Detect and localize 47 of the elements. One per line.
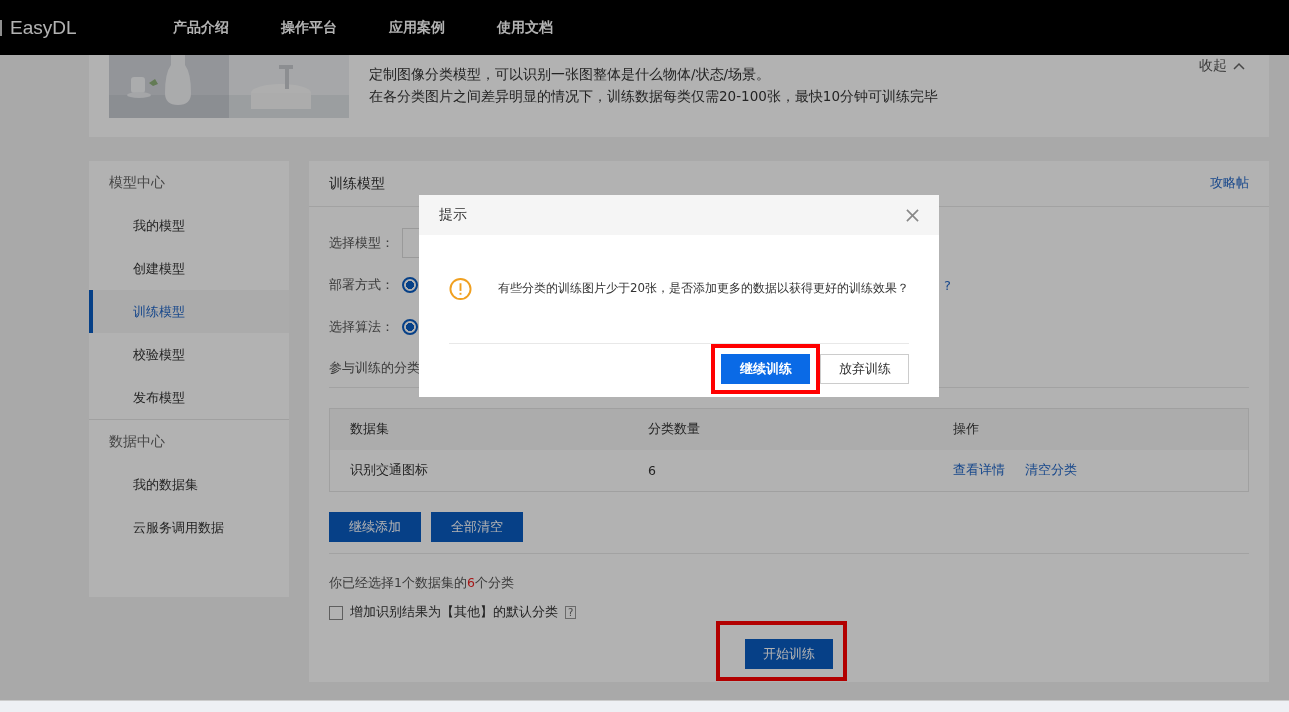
radio-button[interactable] — [402, 319, 418, 335]
dialog-message: 有些分类的训练图片少于20张，是否添加更多的数据以获得更好的训练效果？ — [498, 281, 909, 297]
form-label: 选择算法： — [329, 318, 394, 336]
sidebar-item[interactable]: 我的模型 — [89, 204, 289, 247]
dialog-title: 提示 — [439, 206, 467, 224]
action-link[interactable]: 清空分类 — [1025, 462, 1077, 479]
column-header: 数据集 — [349, 421, 390, 438]
warning-icon — [449, 277, 472, 301]
nav-link[interactable]: 操作平台 — [280, 18, 337, 37]
nav-link[interactable]: 产品介绍 — [172, 18, 229, 37]
brand-logo[interactable]: EasyDL — [10, 16, 77, 39]
action-button[interactable]: 继续添加 — [329, 512, 421, 542]
sidebar-item[interactable]: 训练模型 — [89, 290, 289, 333]
sidebar-item[interactable]: 校验模型 — [89, 333, 289, 376]
action-link[interactable]: 查看详情 — [953, 462, 1005, 479]
sidebar-heading: 数据中心 — [108, 432, 166, 451]
nav-link[interactable]: 应用案例 — [388, 18, 445, 37]
form-label: 选择模型： — [329, 234, 394, 252]
column-header: 操作 — [952, 421, 980, 438]
guide-link[interactable]: 攻略帖 — [1210, 175, 1249, 192]
description-text: 定制图像分类模型，可以识别一张图整体是什么物体/状态/场景。 — [369, 65, 772, 83]
checkbox-label: 增加识别结果为【其他】的默认分类 — [350, 604, 558, 621]
sidebar-item[interactable]: 创建模型 — [89, 247, 289, 290]
selection-summary: 你已经选择1个数据集的6个分类 — [329, 575, 515, 592]
sidebar-item[interactable]: 发布模型 — [89, 376, 289, 419]
logo-divider — [0, 19, 2, 36]
checkbox[interactable] — [329, 605, 343, 620]
sidebar-item[interactable]: 我的数据集 — [89, 463, 289, 506]
panel-title: 训练模型 — [329, 174, 385, 193]
radio-button[interactable] — [402, 277, 418, 293]
start-training-button[interactable]: 开始训练 — [745, 639, 833, 669]
description-text: 在各分类图片之间差异明显的情况下，训练数据每类仅需20-100张，最快10分钟可训练完毕 — [369, 87, 939, 105]
help-link[interactable]: ? — [944, 277, 951, 293]
action-button[interactable]: 全部清空 — [431, 512, 523, 542]
dialog-button[interactable]: 放弃训练 — [820, 354, 909, 384]
sidebar-heading: 模型中心 — [108, 173, 166, 192]
sidebar-item[interactable]: 云服务调用数据 — [89, 506, 289, 549]
table-cell-text: 识别交通图标 — [349, 462, 429, 479]
table-cell-text: 6 — [647, 463, 657, 478]
help-icon[interactable]: ? — [565, 606, 577, 619]
collapse-link[interactable]: 收起 — [1199, 55, 1269, 137]
close-icon[interactable] — [906, 208, 919, 222]
nav-link[interactable]: 使用文档 — [496, 18, 553, 37]
form-label: 部署方式： — [329, 276, 394, 294]
dialog-button[interactable]: 继续训练 — [721, 354, 810, 384]
chevron-up-icon — [1233, 62, 1245, 70]
column-header: 分类数量 — [647, 421, 701, 438]
